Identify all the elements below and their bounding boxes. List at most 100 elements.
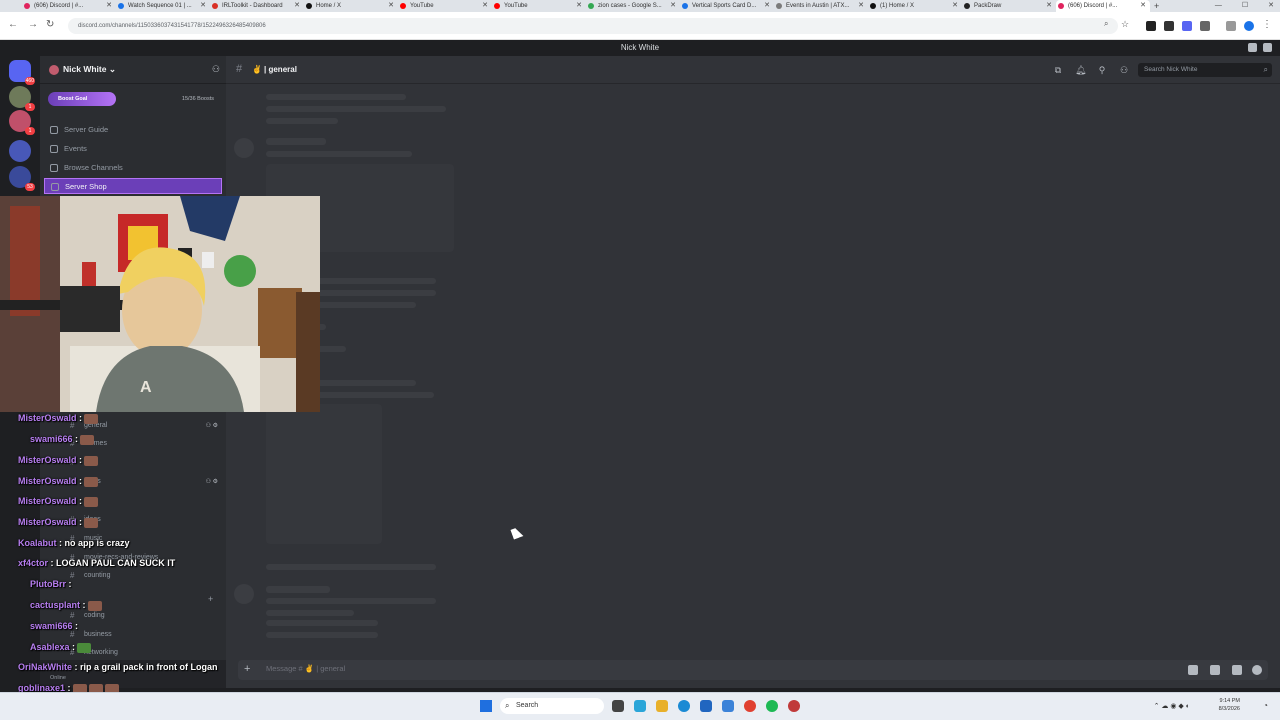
notification-bell-icon[interactable]: 🔔︎ xyxy=(1075,65,1086,75)
chrome-icon[interactable] xyxy=(744,700,756,712)
guide-icon xyxy=(50,126,58,134)
browse-channels-link[interactable]: Browse Channels xyxy=(44,160,222,176)
help-icon[interactable] xyxy=(1263,43,1272,52)
chat-message: swami666 : xyxy=(30,621,78,631)
system-tray-icons[interactable]: ⌃ ☁ ◉ ◆ ◐ xyxy=(1154,702,1190,710)
chat-text: : xyxy=(79,455,83,465)
server-header[interactable]: Nick White ⌄ ⚇ xyxy=(40,56,226,84)
calendar-icon xyxy=(50,145,58,153)
browser-tab[interactable]: (1) Home / X ✕ xyxy=(868,0,962,12)
browser-tab[interactable]: PackDraw ✕ xyxy=(962,0,1056,12)
file-explorer-icon[interactable] xyxy=(656,700,668,712)
edge-browser-icon[interactable] xyxy=(678,700,690,712)
close-tab-icon[interactable]: ✕ xyxy=(294,0,300,12)
close-tab-icon[interactable]: ✕ xyxy=(200,0,206,12)
member-list-icon[interactable]: ⚇ xyxy=(1119,65,1129,75)
bookmark-star-icon[interactable]: ☆ xyxy=(1121,19,1129,30)
extension-icon[interactable] xyxy=(1146,21,1156,31)
extension-icon[interactable] xyxy=(1164,21,1174,31)
notifications-icon[interactable]: ◔ xyxy=(1263,701,1268,710)
chat-text: : xyxy=(79,413,83,423)
browser-tab[interactable]: YouTube ✕ xyxy=(398,0,492,12)
taskbar-app-icon[interactable] xyxy=(788,700,800,712)
server-guide-link[interactable]: Server Guide xyxy=(44,122,222,138)
boost-goal[interactable]: Boost Goal 15/36 Boosts xyxy=(48,92,220,106)
clock-time: 9:14 PM xyxy=(1219,698,1240,704)
browser-tab[interactable]: IRLToolkit - Dashboard ✕ xyxy=(210,0,304,12)
server-icon[interactable] xyxy=(9,140,31,162)
close-tab-icon[interactable]: ✕ xyxy=(388,0,394,12)
profile-avatar-icon[interactable] xyxy=(1244,21,1254,31)
close-tab-icon[interactable]: ✕ xyxy=(764,0,770,12)
browser-tab-active[interactable]: (606) Discord | #... ✕ xyxy=(1056,0,1150,12)
pin-icon[interactable]: ⚲ xyxy=(1097,65,1107,75)
browser-tab[interactable]: (606) Discord | #... ✕ xyxy=(22,0,116,12)
taskbar-search[interactable]: ⌕ Search xyxy=(500,698,604,714)
close-window-icon[interactable]: ✕ xyxy=(1268,0,1274,12)
chat-username: MisterOswald xyxy=(18,496,77,506)
invite-people-icon[interactable]: ⚇ xyxy=(212,64,220,75)
browser-tab[interactable]: Events in Austin | ATX... ✕ xyxy=(774,0,868,12)
sticker-icon[interactable] xyxy=(1232,665,1242,675)
close-tab-icon[interactable]: ✕ xyxy=(1046,0,1052,12)
server-icon[interactable]: 1 xyxy=(9,110,35,135)
peace-emoji-icon: ✌ xyxy=(252,65,262,74)
tab-title: YouTube xyxy=(504,3,528,9)
maximize-icon[interactable]: ☐ xyxy=(1242,0,1248,12)
browser-tab[interactable]: Home / X ✕ xyxy=(304,0,398,12)
browser-menu-icon[interactable]: ⋮ xyxy=(1262,19,1272,30)
search-input[interactable]: Search Nick White ⌕ xyxy=(1138,63,1272,77)
new-tab-button[interactable]: + xyxy=(1154,1,1159,11)
close-tab-icon[interactable]: ✕ xyxy=(670,0,676,12)
browse-icon xyxy=(50,164,58,172)
unread-badge: 460 xyxy=(24,77,35,85)
browser-tab[interactable]: zion cases - Google S... ✕ xyxy=(586,0,680,12)
close-tab-icon[interactable]: ✕ xyxy=(858,0,864,12)
tab-title: Events in Austin | ATX... xyxy=(786,3,850,9)
emoji-icon[interactable] xyxy=(1252,665,1262,675)
extensions-puzzle-icon[interactable] xyxy=(1200,21,1210,31)
direct-messages-icon[interactable]: 460 xyxy=(9,60,35,85)
server-shop-link[interactable]: Server Shop xyxy=(44,178,222,194)
events-link[interactable]: Events xyxy=(44,141,222,157)
inbox-icon[interactable] xyxy=(1248,43,1257,52)
message-composer[interactable]: + Message # ✌ | general xyxy=(238,660,1268,680)
channel-settings-icon[interactable]: ⚇ ⚙ xyxy=(206,419,218,433)
add-channel-icon[interactable]: + xyxy=(208,594,213,604)
close-tab-icon[interactable]: ✕ xyxy=(576,0,582,12)
taskbar-app-icon[interactable] xyxy=(634,700,646,712)
chat-message: OriNakWhite : rip a grail pack in front … xyxy=(18,662,218,672)
browser-tab[interactable]: YouTube ✕ xyxy=(492,0,586,12)
browser-tab[interactable]: Vertical Sports Card D... ✕ xyxy=(680,0,774,12)
taskbar-app-icon[interactable] xyxy=(722,700,734,712)
attach-plus-icon[interactable]: + xyxy=(244,663,250,675)
url-field[interactable]: discord.com/channels/1150336037431541778… xyxy=(68,18,1118,34)
chat-message: swami666 : xyxy=(30,434,95,445)
forward-icon[interactable]: → xyxy=(28,19,38,30)
windows-start-icon[interactable] xyxy=(480,700,492,712)
task-view-icon[interactable] xyxy=(612,700,624,712)
system-clock[interactable]: 9:14 PM 8/3/2026 xyxy=(1219,697,1240,713)
gift-icon[interactable] xyxy=(1188,665,1198,675)
minimize-icon[interactable]: — xyxy=(1215,0,1222,12)
zoom-icon[interactable]: ⌕ xyxy=(1104,19,1108,29)
reload-icon[interactable]: ↻ xyxy=(46,19,54,30)
taskbar-app-icon[interactable] xyxy=(700,700,712,712)
channel-settings-icon[interactable]: ⚇ ⚙ xyxy=(206,475,218,489)
back-icon[interactable]: ← xyxy=(8,19,18,30)
browser-tab[interactable]: Watch Sequence 01 | ... ✕ xyxy=(116,0,210,12)
server-icon[interactable]: 53 xyxy=(9,166,35,191)
close-tab-icon[interactable]: ✕ xyxy=(106,0,112,12)
avatar-skeleton xyxy=(234,584,254,604)
server-icon[interactable]: 1 xyxy=(9,86,35,111)
chat-username: MisterOswald xyxy=(18,517,77,527)
close-tab-icon[interactable]: ✕ xyxy=(482,0,488,12)
close-tab-icon[interactable]: ✕ xyxy=(952,0,958,12)
close-tab-icon[interactable]: ✕ xyxy=(1140,0,1146,12)
spotify-icon[interactable] xyxy=(766,700,778,712)
threads-icon[interactable]: ⧉ xyxy=(1053,65,1063,75)
sidebar-icon[interactable] xyxy=(1226,21,1236,31)
gif-icon[interactable] xyxy=(1210,665,1220,675)
extension-icon[interactable] xyxy=(1182,21,1192,31)
channel-item[interactable]: # counting xyxy=(48,569,222,583)
